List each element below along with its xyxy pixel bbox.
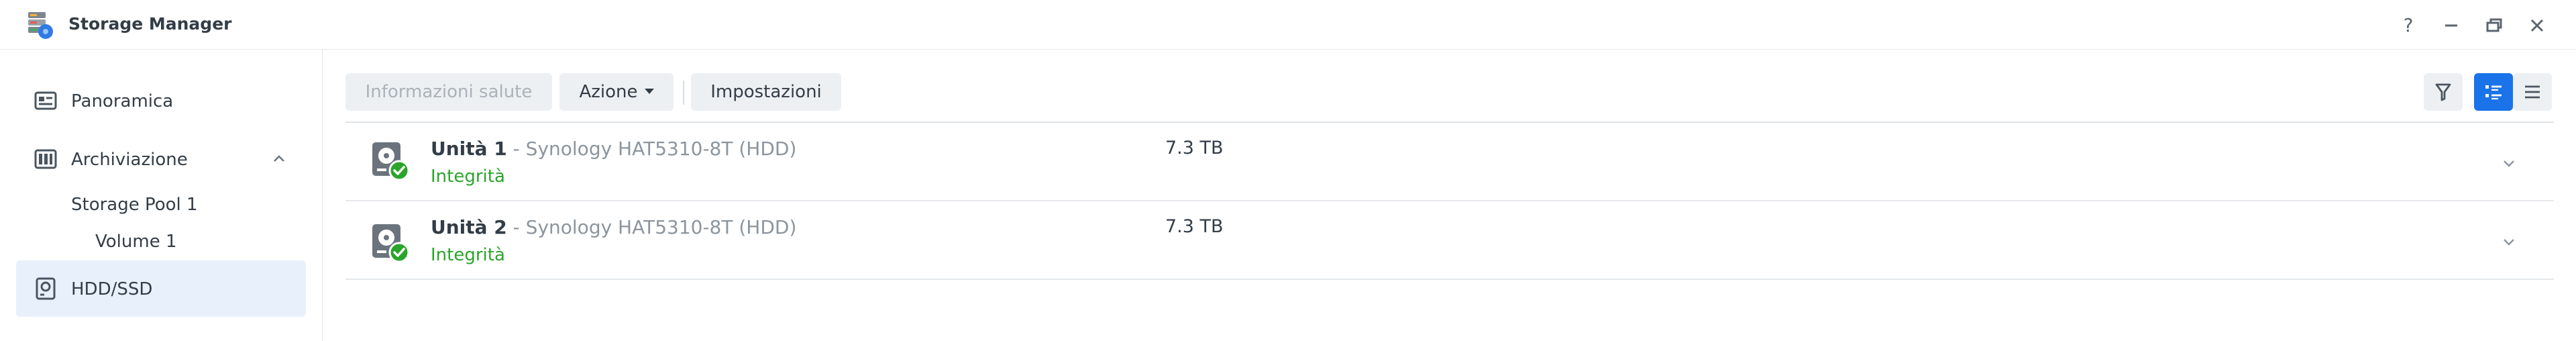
settings-button[interactable]: Impostazioni	[691, 73, 841, 111]
minimize-button[interactable]	[2436, 11, 2466, 40]
chevron-up-icon[interactable]	[268, 148, 290, 170]
disk-name: Unità 1 - Synology HAT5310-8T (HDD)	[431, 138, 797, 160]
settings-label: Impostazioni	[710, 82, 822, 102]
filter-button[interactable]	[2424, 73, 2463, 111]
disk-size: 7.3 TB	[1165, 216, 1224, 237]
chevron-down-icon[interactable]	[2498, 152, 2520, 175]
hdd-icon	[36, 277, 56, 300]
title-bar: Storage Manager ?	[0, 0, 2576, 50]
help-icon: ?	[2403, 14, 2414, 36]
window-title: Storage Manager	[68, 14, 232, 34]
overview-icon	[34, 91, 57, 110]
disk-name: Unità 2 - Synology HAT5310-8T (HDD)	[431, 216, 797, 238]
storage-manager-app-icon	[24, 9, 56, 42]
detail-view-button[interactable]	[2474, 73, 2513, 111]
sidebar-item-label: Panoramica	[71, 91, 174, 111]
detail-view-icon	[2485, 85, 2502, 100]
sidebar-item-hdd-ssd[interactable]: HDD/SSD	[16, 260, 306, 317]
close-button[interactable]	[2522, 11, 2552, 40]
caret-down-icon	[644, 88, 654, 94]
disk-status: Integrità	[431, 166, 505, 187]
storage-icon	[34, 149, 57, 169]
toolbar-divider	[683, 81, 684, 105]
hdd-healthy-icon	[372, 142, 410, 181]
disk-size: 7.3 TB	[1165, 138, 1224, 158]
health-info-label: Informazioni salute	[365, 82, 533, 102]
minimize-icon	[2445, 24, 2457, 27]
toolbar: Informazioni salute Azione Impostazioni	[323, 50, 2576, 122]
action-button[interactable]: Azione	[559, 73, 674, 111]
disk-row[interactable]: Unità 1 - Synology HAT5310-8T (HDD) Inte…	[345, 123, 2554, 201]
restore-button[interactable]	[2479, 11, 2509, 40]
chevron-down-icon[interactable]	[2498, 230, 2520, 253]
filter-icon	[2435, 83, 2451, 101]
disk-row[interactable]: Unità 2 - Synology HAT5310-8T (HDD) Inte…	[345, 201, 2554, 280]
action-label: Azione	[579, 82, 638, 102]
list-view-button[interactable]	[2513, 73, 2552, 111]
sidebar-subitem-volume-1[interactable]: Volume 1	[95, 232, 177, 252]
health-info-button[interactable]: Informazioni salute	[345, 73, 552, 111]
help-button[interactable]: ?	[2394, 11, 2423, 40]
sidebar-item-overview[interactable]: Panoramica	[16, 72, 306, 129]
sidebar-item-label: HDD/SSD	[71, 279, 153, 299]
sidebar: Panoramica Archiviazione Storage Pool 1 …	[0, 50, 323, 341]
hdd-healthy-icon	[372, 224, 410, 263]
sidebar-item-storage[interactable]: Archiviazione	[16, 131, 306, 187]
sidebar-item-label: Archiviazione	[71, 150, 188, 170]
list-view-icon	[2525, 85, 2540, 99]
sidebar-subitem-storage-pool-1[interactable]: Storage Pool 1	[71, 195, 198, 215]
close-icon	[2530, 19, 2544, 32]
disk-status: Integrità	[431, 245, 505, 265]
restore-icon	[2486, 18, 2502, 32]
